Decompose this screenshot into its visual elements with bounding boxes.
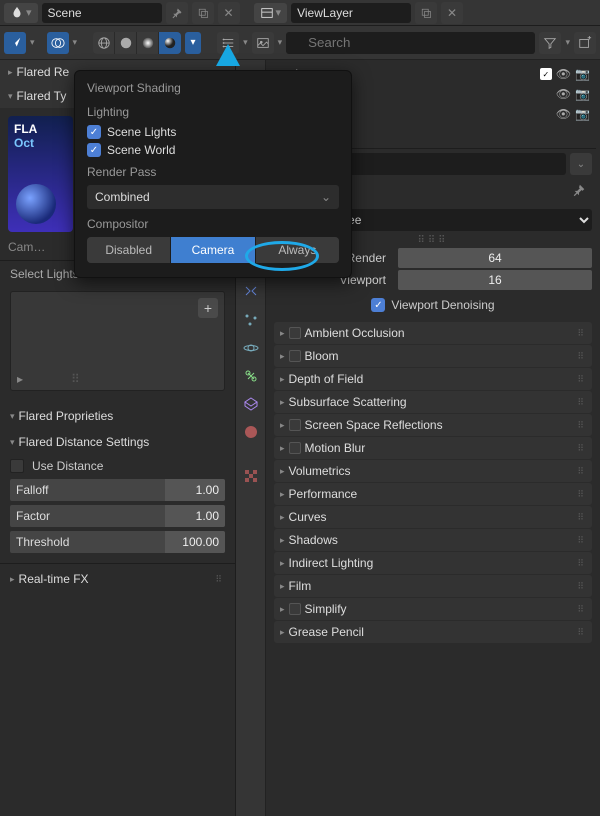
flared-distance-header[interactable]: ▾Flared Distance Settings <box>0 429 235 455</box>
image-display-button[interactable] <box>252 32 274 54</box>
camera-toggle-icon[interactable]: 📷 <box>575 87 590 101</box>
scene-world-row[interactable]: ✓Scene World <box>87 143 339 157</box>
tab-data-icon[interactable] <box>241 394 261 414</box>
factor-row[interactable]: Factor1.00 <box>10 505 225 527</box>
panel-ssr[interactable]: ▸Screen Space Reflections⠿ <box>274 414 592 436</box>
panel-sss[interactable]: ▸Subsurface Scattering⠿ <box>274 391 592 413</box>
scene-select[interactable] <box>42 3 162 23</box>
use-distance-checkbox[interactable] <box>10 459 24 473</box>
shading-dropdown-button[interactable]: ▾ <box>185 32 201 54</box>
viewport-header: ▾ ▾ ▾ ▾ ▾ ▾ <box>0 26 600 60</box>
viewport-shading-popover: Viewport Shading Lighting ✓Scene Lights … <box>74 70 352 278</box>
lighting-section-label: Lighting <box>87 105 339 119</box>
layers-icon <box>260 6 274 20</box>
tab-particles-icon[interactable] <box>241 310 261 330</box>
tab-physics-icon[interactable] <box>241 338 261 358</box>
scene-lights-row[interactable]: ✓Scene Lights <box>87 125 339 139</box>
compositor-segment: Disabled Camera Always <box>87 237 339 263</box>
close-viewlayer-icon[interactable]: ✕ <box>441 2 463 24</box>
compositor-disabled-option[interactable]: Disabled <box>87 237 171 263</box>
scene-lights-checkbox[interactable]: ✓ <box>87 125 101 139</box>
wireframe-mode-icon[interactable] <box>93 32 115 54</box>
copy-scene-icon[interactable] <box>192 2 214 24</box>
camera-toggle-icon[interactable]: 📷 <box>575 107 590 121</box>
panel-curves[interactable]: ▸Curves⠿ <box>274 506 592 528</box>
tab-modifier-icon[interactable] <box>241 282 261 302</box>
scene-icon-button[interactable]: ▾ <box>4 3 38 23</box>
panel-motion-blur[interactable]: ▸Motion Blur⠿ <box>274 437 592 459</box>
add-light-button[interactable]: + <box>198 298 218 318</box>
thumb-title1: FLA <box>14 122 67 136</box>
threshold-row[interactable]: Threshold100.00 <box>10 531 225 553</box>
viewlayer-select[interactable] <box>291 3 411 23</box>
outliner-search-input[interactable] <box>286 32 535 54</box>
shading-mode-group <box>93 32 181 54</box>
panel-grease-pencil[interactable]: ▸Grease Pencil⠿ <box>274 621 592 643</box>
ao-checkbox[interactable] <box>289 327 301 339</box>
use-distance-row[interactable]: Use Distance <box>0 455 235 477</box>
render-pass-section-label: Render Pass <box>87 165 339 179</box>
compositor-always-option[interactable]: Always <box>256 237 339 263</box>
panel-film[interactable]: ▸Film⠿ <box>274 575 592 597</box>
camera-toggle-icon[interactable]: 📷 <box>575 67 590 81</box>
use-distance-label: Use Distance <box>32 459 103 473</box>
play-icon[interactable]: ▸ <box>17 372 23 386</box>
panel-shadows[interactable]: ▸Shadows⠿ <box>274 529 592 551</box>
bloom-checkbox[interactable] <box>289 350 301 362</box>
engine-select[interactable]: Eevee <box>317 209 592 231</box>
overlays-button[interactable] <box>47 32 69 54</box>
filter-button[interactable] <box>539 32 561 54</box>
gizmo-button[interactable] <box>4 32 26 54</box>
panel-performance[interactable]: ▸Performance⠿ <box>274 483 592 505</box>
lights-preview: + ▸ ⠿ <box>10 291 225 391</box>
rendered-mode-icon[interactable] <box>159 32 181 54</box>
eye-icon[interactable]: 👁 <box>556 67 571 81</box>
panel-volumetrics[interactable]: ▸Volumetrics⠿ <box>274 460 592 482</box>
flare-thumbnail[interactable]: FLA Oct <box>8 116 73 232</box>
eye-icon[interactable]: 👁 <box>556 107 571 121</box>
panel-bloom[interactable]: ▸Bloom⠿ <box>274 345 592 367</box>
options-button[interactable]: ⌄ <box>570 153 592 175</box>
viewport-denoise-checkbox[interactable]: ✓ <box>371 298 385 312</box>
pin-icon[interactable] <box>166 2 188 24</box>
simplify-checkbox[interactable] <box>289 603 301 615</box>
panel-ambient-occlusion[interactable]: ▸Ambient Occlusion⠿ <box>274 322 592 344</box>
thumb-title2: Oct <box>14 136 67 150</box>
pin-panel-icon[interactable] <box>568 179 590 201</box>
eye-icon[interactable]: 👁 <box>556 87 571 101</box>
viewport-denoise-label: Viewport Denoising <box>391 298 494 312</box>
matprev-mode-icon[interactable] <box>137 32 159 54</box>
close-scene-icon[interactable]: ✕ <box>218 2 240 24</box>
tab-constraints-icon[interactable] <box>241 366 261 386</box>
enable-checkbox[interactable]: ✓ <box>540 68 552 80</box>
grip-icon: ⠿ <box>71 372 83 386</box>
annotation-arrow <box>216 44 240 66</box>
compositor-section-label: Compositor <box>87 217 339 231</box>
mb-checkbox[interactable] <box>289 442 301 454</box>
flared-proprieties-header[interactable]: ▾Flared Proprieties <box>0 403 235 429</box>
droplet-icon <box>10 6 24 20</box>
ssr-checkbox[interactable] <box>289 419 301 431</box>
tab-texture-icon[interactable] <box>241 466 261 486</box>
pin-icon-svg <box>171 7 183 19</box>
panel-depth-of-field[interactable]: ▸Depth of Field⠿ <box>274 368 592 390</box>
copy-viewlayer-icon[interactable] <box>415 2 437 24</box>
falloff-row[interactable]: Falloff1.00 <box>10 479 225 501</box>
panel-indirect-lighting[interactable]: ▸Indirect Lighting⠿ <box>274 552 592 574</box>
outliner-search-wrap <box>286 32 535 54</box>
panel-simplify[interactable]: ▸Simplify⠿ <box>274 598 592 620</box>
compositor-camera-option[interactable]: Camera <box>171 237 255 263</box>
render-pass-select[interactable]: Combined⌄ <box>87 185 339 209</box>
new-collection-button[interactable] <box>574 32 596 54</box>
tab-material-icon[interactable] <box>241 422 261 442</box>
viewlayer-icon-button[interactable]: ▾ <box>254 3 288 23</box>
popover-title: Viewport Shading <box>87 81 339 95</box>
top-header: ▾ ✕ ▾ ✕ <box>0 0 600 26</box>
realtime-fx-header[interactable]: ▸Real-time FX⠿ <box>0 564 235 594</box>
solid-mode-icon[interactable] <box>115 32 137 54</box>
scene-world-checkbox[interactable]: ✓ <box>87 143 101 157</box>
